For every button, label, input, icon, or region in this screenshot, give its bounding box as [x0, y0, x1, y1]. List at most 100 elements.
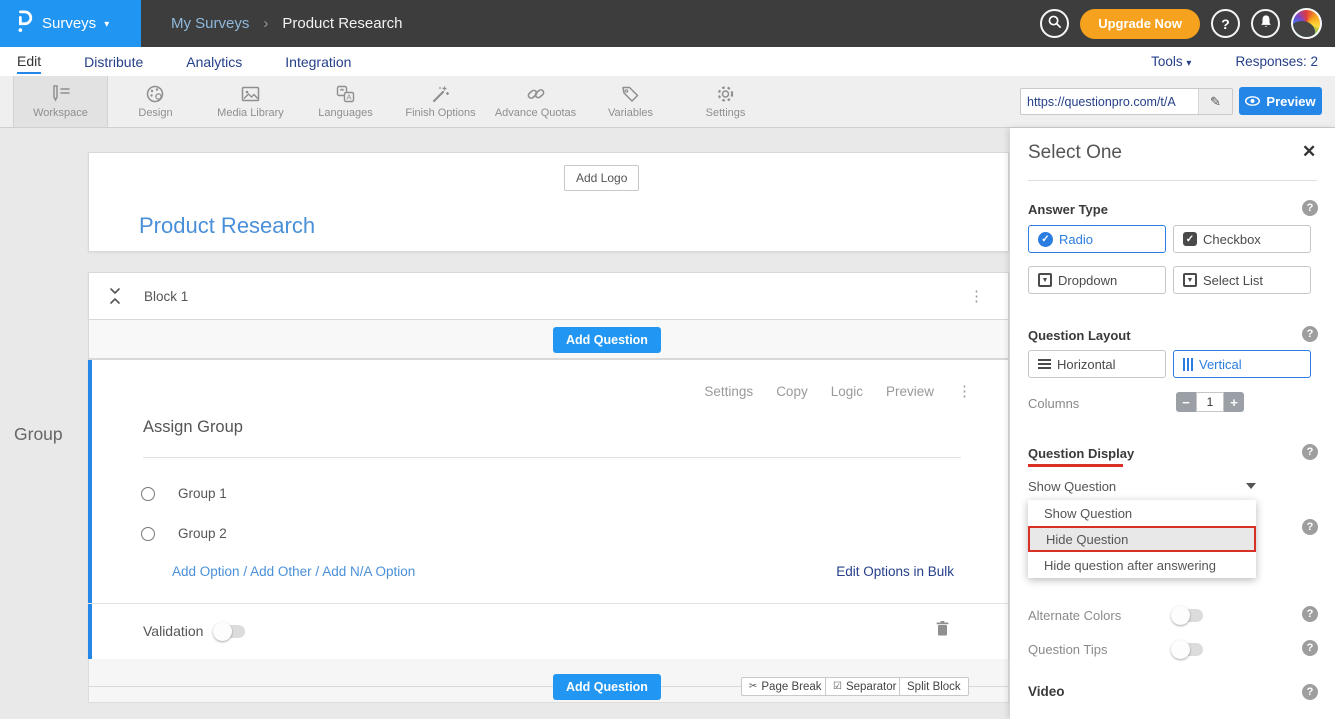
editor-toolbar: Workspace Design Media Library A Languag… [0, 76, 1335, 128]
add-other-link[interactable]: Add Other [250, 564, 312, 579]
delete-question-button[interactable] [935, 620, 950, 642]
dropdown-box-icon: ▼ [1183, 273, 1197, 287]
video-help-icon[interactable]: ? [1302, 684, 1318, 700]
add-na-option-link[interactable]: Add N/A Option [322, 564, 415, 579]
columns-increment-button[interactable]: + [1224, 392, 1244, 412]
menu-item-hide-after-answering[interactable]: Hide question after answering [1028, 552, 1256, 578]
question-display-label: Question Display [1028, 446, 1134, 461]
question-card: Settings Copy Logic Preview ⋮ Assign Gro… [88, 359, 1009, 660]
question-tips-help-icon[interactable]: ? [1302, 640, 1318, 656]
responses-count[interactable]: Responses: 2 [1235, 54, 1318, 69]
survey-url-input[interactable] [1021, 95, 1198, 109]
answer-type-checkbox-button[interactable]: ✓ Checkbox [1173, 225, 1311, 253]
breadcrumb-my-surveys[interactable]: My Surveys [171, 15, 249, 32]
nav-tabs: Edit Distribute Analytics Integration [17, 47, 351, 76]
help-button[interactable]: ? [1211, 9, 1240, 38]
top-bar: Surveys ▾ My Surveys › Product Research … [0, 0, 1335, 47]
option-label-1[interactable]: Group 1 [178, 486, 227, 501]
alternate-colors-help-icon[interactable]: ? [1302, 606, 1318, 622]
hidden-setting-help-icon[interactable]: ? [1302, 519, 1318, 535]
vertical-bars-icon [1183, 358, 1193, 371]
toolbar-item-media-library[interactable]: Media Library [203, 76, 298, 127]
breadcrumb: My Surveys › Product Research [171, 15, 402, 32]
search-button[interactable] [1040, 9, 1069, 38]
eye-icon [1245, 94, 1260, 109]
question-menu-kebab-icon[interactable]: ⋮ [957, 384, 972, 399]
toolbar-item-design[interactable]: Design [108, 76, 203, 127]
tab-integration[interactable]: Integration [285, 50, 351, 73]
close-icon[interactable]: ✕ [1302, 143, 1316, 160]
radio-option-1[interactable] [141, 487, 155, 501]
option-label-2[interactable]: Group 2 [178, 526, 227, 541]
toolbar-item-workspace[interactable]: Workspace [13, 76, 108, 127]
collapse-block-icon[interactable] [109, 286, 121, 311]
survey-title[interactable]: Product Research [139, 213, 315, 239]
question-actions: Settings Copy Logic Preview ⋮ [704, 384, 972, 399]
add-option-link[interactable]: Add Option [172, 564, 240, 579]
columns-decrement-button[interactable]: − [1176, 392, 1196, 412]
menu-item-show-question[interactable]: Show Question [1028, 500, 1256, 526]
toolbar-item-languages[interactable]: A Languages [298, 76, 393, 127]
validation-toggle[interactable] [215, 625, 245, 638]
block-title[interactable]: Block 1 [144, 289, 188, 304]
chevron-down-icon [1246, 483, 1256, 489]
dropdown-box-icon: ▼ [1038, 273, 1052, 287]
answer-type-dropdown-button[interactable]: ▼ Dropdown [1028, 266, 1166, 294]
tab-edit[interactable]: Edit [17, 49, 41, 74]
alternate-colors-row: Alternate Colors [1028, 608, 1203, 623]
question-tips-toggle[interactable] [1173, 643, 1203, 656]
question-settings-panel: Select One ✕ Answer Type ? ✓ Radio ✓ Che… [1010, 128, 1335, 719]
notifications-button[interactable] [1251, 9, 1280, 38]
block-menu-kebab-icon[interactable]: ⋮ [969, 289, 984, 304]
question-layout-help-icon[interactable]: ? [1302, 326, 1318, 342]
checkbox-icon: ✓ [1183, 232, 1197, 246]
answer-type-radio-button[interactable]: ✓ Radio [1028, 225, 1166, 253]
horizontal-lines-icon [1038, 359, 1051, 369]
toolbar-item-advance-quotas[interactable]: Advance Quotas [488, 76, 583, 127]
split-block-button[interactable]: Split Block [899, 677, 969, 696]
edit-url-button[interactable]: ✎ [1198, 89, 1232, 114]
toolbar-item-settings[interactable]: Settings [678, 76, 773, 127]
question-title[interactable]: Assign Group [143, 418, 243, 437]
answer-type-help-icon[interactable]: ? [1302, 200, 1318, 216]
question-display-select[interactable]: Show Question [1028, 474, 1256, 498]
tools-menu[interactable]: Tools ▾ [1151, 54, 1191, 69]
add-question-button-top[interactable]: Add Question [553, 327, 661, 353]
add-question-row: Add Question [88, 320, 1009, 359]
toolbar-item-variables[interactable]: Variables [583, 76, 678, 127]
toolbar-item-finish-options[interactable]: Finish Options [393, 76, 488, 127]
preview-button[interactable]: Preview [1239, 87, 1322, 115]
question-logic-link[interactable]: Logic [831, 384, 863, 399]
tab-distribute[interactable]: Distribute [84, 50, 143, 73]
upgrade-now-button[interactable]: Upgrade Now [1080, 9, 1200, 39]
question-display-menu: Show Question Hide Question Hide questio… [1028, 500, 1256, 578]
surveys-app-menu[interactable]: Surveys ▾ [0, 0, 141, 47]
add-question-button-bottom[interactable]: Add Question [553, 674, 661, 700]
edit-options-in-bulk-link[interactable]: Edit Options in Bulk [836, 564, 954, 579]
answer-option-row: Group 2 [141, 526, 227, 541]
layout-horizontal-button[interactable]: Horizontal [1028, 350, 1166, 378]
pencil-icon: ✎ [1210, 94, 1221, 110]
radio-option-2[interactable] [141, 527, 155, 541]
question-preview-link[interactable]: Preview [886, 384, 934, 399]
layout-vertical-button[interactable]: Vertical [1173, 350, 1311, 378]
separator-button[interactable]: ☑ Separator [825, 677, 904, 696]
bell-icon [1259, 14, 1273, 34]
columns-value[interactable]: 1 [1196, 392, 1224, 412]
tab-analytics[interactable]: Analytics [186, 50, 242, 73]
question-settings-link[interactable]: Settings [704, 384, 753, 399]
user-avatar[interactable] [1291, 8, 1322, 39]
question-title-underline [143, 457, 961, 458]
question-footer-divider [88, 603, 1008, 604]
alternate-colors-toggle[interactable] [1173, 609, 1203, 622]
questionpro-logo-icon [14, 8, 34, 39]
menu-item-hide-question[interactable]: Hide Question [1028, 526, 1256, 552]
trash-icon [935, 624, 950, 641]
answer-type-select-list-button[interactable]: ▼ Select List [1173, 266, 1311, 294]
question-display-help-icon[interactable]: ? [1302, 444, 1318, 460]
add-logo-button[interactable]: Add Logo [564, 165, 639, 191]
page-break-button[interactable]: ✂ Page Break [741, 677, 830, 696]
media-library-icon [240, 84, 261, 104]
question-copy-link[interactable]: Copy [776, 384, 808, 399]
alternate-colors-label: Alternate Colors [1028, 608, 1173, 623]
